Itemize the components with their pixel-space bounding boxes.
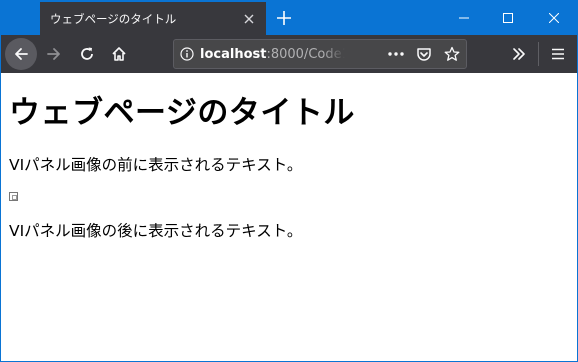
reload-button[interactable] — [71, 38, 103, 70]
reload-icon — [81, 47, 93, 60]
home-button[interactable] — [103, 38, 135, 70]
hamburger-icon — [552, 48, 564, 60]
info-icon — [180, 47, 194, 61]
tab-close-button[interactable] — [236, 6, 262, 32]
back-button[interactable] — [5, 38, 37, 70]
maximize-button[interactable] — [486, 0, 530, 35]
tab-active[interactable]: ウェブページのタイトル — [40, 2, 266, 35]
pocket-button[interactable] — [410, 40, 438, 68]
close-icon — [244, 14, 254, 23]
broken-image-icon — [9, 192, 18, 201]
more-dots-icon — [388, 52, 404, 56]
title-bar: ウェブページのタイトル — [0, 0, 578, 35]
close-icon — [549, 12, 559, 23]
new-tab-button[interactable] — [268, 2, 300, 33]
page-content: ウェブページのタイトル VIパネル画像の前に表示されるテキスト。 VIパネル画像… — [0, 73, 578, 362]
arrow-left-icon — [15, 48, 28, 60]
chevron-double-right-icon — [513, 48, 525, 60]
page-title: ウェブページのタイトル — [9, 95, 355, 131]
text-after-image: VIパネル画像の後に表示されるテキスト。 — [9, 222, 303, 240]
forward-button[interactable] — [38, 38, 70, 70]
address-bar[interactable]: localhost:8000/Code1.html — [173, 39, 467, 69]
minimize-icon — [459, 17, 469, 18]
window-close-button[interactable] — [532, 0, 576, 35]
url-host: localhost — [200, 46, 267, 62]
bookmark-button[interactable] — [438, 40, 466, 68]
maximize-icon — [503, 12, 513, 23]
tab-title: ウェブページのタイトル — [50, 11, 177, 26]
star-icon — [444, 46, 460, 61]
navigation-toolbar: localhost:8000/Code1.html — [0, 35, 578, 73]
pocket-icon — [417, 48, 431, 61]
site-info-button[interactable] — [174, 40, 200, 68]
url-text[interactable]: localhost:8000/Code1.html — [200, 47, 345, 62]
text-before-image: VIパネル画像の前に表示されるテキスト。 — [9, 156, 303, 174]
page-actions — [382, 40, 466, 68]
page-actions-button[interactable] — [382, 40, 410, 68]
menu-button[interactable] — [542, 38, 574, 70]
overflow-menu-button[interactable] — [503, 38, 535, 70]
arrow-right-icon — [47, 48, 60, 60]
url-path: :8000/Code1.html — [266, 46, 345, 62]
home-icon — [112, 47, 126, 61]
minimize-button[interactable] — [442, 0, 486, 35]
toolbar-separator — [538, 42, 539, 66]
plus-icon — [277, 10, 291, 25]
